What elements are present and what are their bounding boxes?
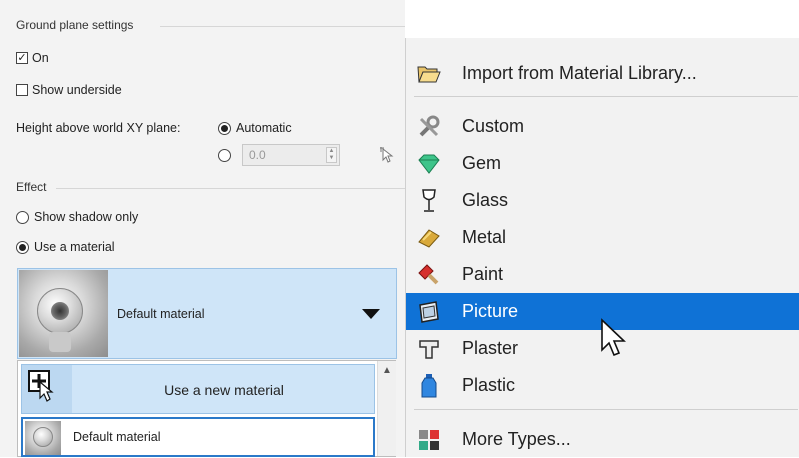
pick-point-icon[interactable] xyxy=(380,146,394,164)
plaster-icon xyxy=(416,336,442,362)
wine-glass-icon xyxy=(416,188,442,214)
menu-item-plastic[interactable]: Plastic xyxy=(406,367,799,404)
preview-lens xyxy=(51,302,69,320)
menu-item-custom[interactable]: Custom xyxy=(406,108,799,145)
more-types-label: More Types... xyxy=(462,429,571,449)
on-checkbox-row[interactable]: ✓ On xyxy=(16,51,49,65)
default-material-item[interactable]: Default material xyxy=(21,417,375,457)
shadow-only-label: Show shadow only xyxy=(34,210,139,224)
paint-brush-icon xyxy=(416,262,442,288)
menu-item-label: Glass xyxy=(462,190,509,210)
use-material-label: Use a material xyxy=(34,240,115,254)
automatic-radio[interactable] xyxy=(218,121,231,135)
ground-plane-panel: Ground plane settings ✓ On Show undersid… xyxy=(0,0,405,457)
menu-item-label: Plaster xyxy=(462,338,519,358)
use-material-radio[interactable] xyxy=(16,240,29,254)
dropdown-scrollbar[interactable]: ▲ xyxy=(377,361,396,456)
menu-item-label: Gem xyxy=(462,153,502,173)
menu-item-glass[interactable]: Glass xyxy=(406,182,799,219)
mouse-cursor-icon xyxy=(601,318,626,357)
metal-icon xyxy=(416,225,442,251)
height-value: 0.0 xyxy=(249,148,266,162)
menu-item-label: Custom xyxy=(462,116,525,136)
tools-icon xyxy=(416,114,442,140)
dropdown-arrow-icon[interactable] xyxy=(362,309,380,319)
custom-height-radio[interactable] xyxy=(218,149,231,162)
use-new-material-item[interactable]: Use a new material xyxy=(21,364,375,414)
show-underside-checkbox-row[interactable]: Show underside xyxy=(16,83,122,97)
use-material-radio-row[interactable]: Use a material xyxy=(16,240,115,254)
menu-item-import[interactable]: Import from Material Library... xyxy=(406,55,799,92)
thumb-sphere xyxy=(33,427,53,447)
more-types-icon xyxy=(416,427,442,453)
default-material-thumbnail xyxy=(25,421,61,455)
selected-material-label: Default material xyxy=(117,307,205,321)
use-new-material-label: Use a new material xyxy=(164,382,284,398)
shadow-only-radio[interactable] xyxy=(16,210,29,224)
custom-height-radio-row[interactable] xyxy=(218,149,236,162)
gem-icon xyxy=(416,151,442,177)
menu-item-label: Picture xyxy=(462,301,519,321)
menu-item-label: Plastic xyxy=(462,375,516,395)
on-label: On xyxy=(32,51,49,65)
add-material-icon xyxy=(28,370,54,402)
menu-item-more-types[interactable]: More Types... xyxy=(406,421,799,458)
menu-item-gem[interactable]: Gem xyxy=(406,145,799,182)
folder-open-icon xyxy=(416,61,442,87)
menu-separator xyxy=(414,409,798,410)
import-label: Import from Material Library... xyxy=(462,63,697,83)
default-material-label: Default material xyxy=(73,430,161,444)
plastic-bottle-icon xyxy=(416,373,442,399)
group-divider xyxy=(160,26,405,27)
show-underside-label: Show underside xyxy=(32,83,122,97)
menu-item-paint[interactable]: Paint xyxy=(406,256,799,293)
material-preview-thumbnail xyxy=(19,270,108,357)
material-type-menu: Import from Material Library... Custom G… xyxy=(405,38,799,457)
preview-stand xyxy=(49,332,71,352)
automatic-radio-row[interactable]: Automatic xyxy=(218,121,292,135)
menu-item-label: Paint xyxy=(462,264,504,284)
ground-plane-group-label: Ground plane settings xyxy=(16,18,134,32)
menu-separator xyxy=(414,96,798,97)
height-label: Height above world XY plane: xyxy=(16,121,181,135)
on-checkbox[interactable]: ✓ xyxy=(16,52,28,64)
effect-divider xyxy=(56,188,405,189)
material-combobox[interactable]: Default material xyxy=(17,268,397,359)
automatic-label: Automatic xyxy=(236,121,292,135)
scroll-up-icon[interactable]: ▲ xyxy=(382,365,392,376)
shadow-only-radio-row[interactable]: Show shadow only xyxy=(16,210,138,224)
menu-item-metal[interactable]: Metal xyxy=(406,219,799,256)
material-dropdown-list: Use a new material Default material ▲ xyxy=(17,360,396,457)
show-underside-checkbox[interactable] xyxy=(16,84,28,96)
picture-icon xyxy=(416,299,442,325)
menu-item-label: Metal xyxy=(462,227,507,247)
height-input[interactable]: 0.0 ▲ ▼ xyxy=(242,144,340,166)
height-spinner[interactable]: ▲ ▼ xyxy=(326,147,337,163)
effect-group-label: Effect xyxy=(16,180,47,194)
